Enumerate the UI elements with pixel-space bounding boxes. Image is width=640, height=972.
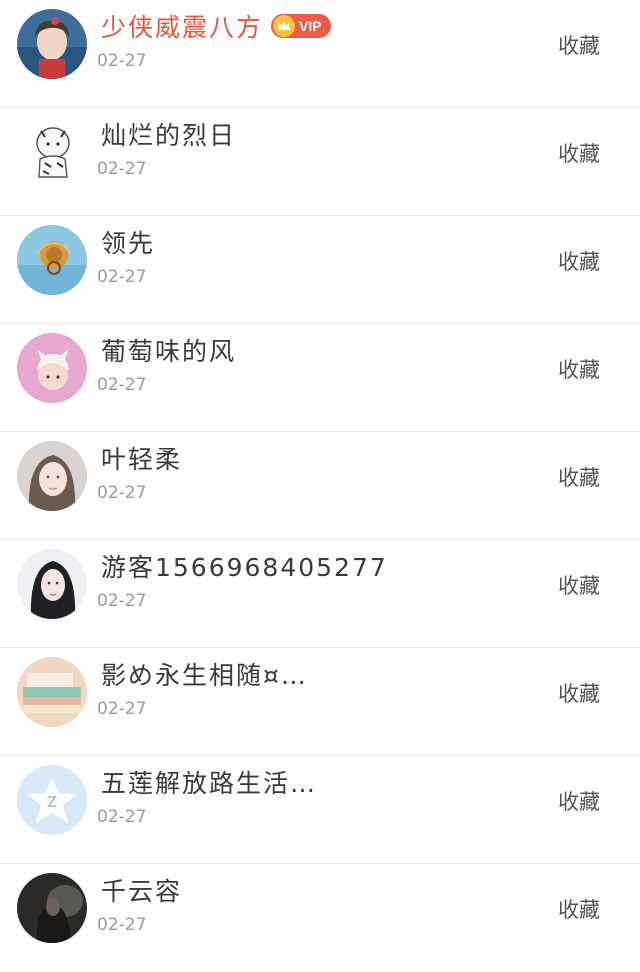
favorite-button[interactable]: 收藏 bbox=[558, 246, 600, 276]
user-name[interactable]: 叶轻柔 bbox=[101, 440, 182, 476]
list-item[interactable]: 游客15669684052​77 02-27 收藏 bbox=[0, 540, 640, 648]
favorite-button[interactable]: 收藏 bbox=[558, 678, 600, 708]
favorite-button[interactable]: 收藏 bbox=[558, 462, 600, 492]
user-name[interactable]: 五莲解放路生活… bbox=[101, 764, 317, 800]
favorite-button[interactable]: 收藏 bbox=[558, 894, 600, 924]
user-name[interactable]: 游客15669684052​77 bbox=[101, 548, 388, 584]
favorite-button[interactable]: 收藏 bbox=[558, 354, 600, 384]
user-name[interactable]: 影め永生相随¤… bbox=[101, 656, 308, 692]
user-name[interactable]: 灿烂的烈日 bbox=[101, 116, 236, 152]
crown-icon bbox=[273, 15, 296, 37]
list-item[interactable]: 叶轻柔 02-27 收藏 bbox=[0, 432, 640, 540]
favorite-button[interactable]: 收藏 bbox=[558, 786, 600, 816]
favorite-button[interactable]: 收藏 bbox=[558, 138, 600, 168]
list-item[interactable]: 领先 02-27 收藏 bbox=[0, 216, 640, 324]
avatar[interactable]: Z bbox=[17, 765, 87, 835]
follower-list: 少侠威震八方 VIP 02-27 收藏 灿烂的烈日 02-27 收藏 领先 02… bbox=[0, 0, 640, 969]
timestamp: 02-27 bbox=[97, 267, 147, 287]
timestamp: 02-27 bbox=[97, 159, 147, 179]
user-name[interactable]: 葡萄味的风 bbox=[101, 332, 236, 368]
timestamp: 02-27 bbox=[97, 807, 147, 827]
avatar[interactable] bbox=[17, 117, 87, 187]
timestamp: 02-27 bbox=[97, 51, 147, 71]
svg-text:Z: Z bbox=[47, 794, 57, 811]
user-name[interactable]: 千云容 bbox=[101, 872, 182, 908]
avatar[interactable] bbox=[17, 9, 87, 79]
avatar[interactable] bbox=[17, 873, 87, 943]
avatar[interactable] bbox=[17, 441, 87, 511]
list-item[interactable]: 影め永生相随¤… 02-27 收藏 bbox=[0, 648, 640, 756]
list-item[interactable]: 葡萄味的风 02-27 收藏 bbox=[0, 324, 640, 432]
user-name[interactable]: 少侠威震八方 bbox=[101, 8, 263, 44]
avatar[interactable] bbox=[17, 657, 87, 727]
vip-badge: VIP bbox=[271, 14, 331, 38]
avatar[interactable] bbox=[17, 549, 87, 619]
timestamp: 02-27 bbox=[97, 591, 147, 611]
timestamp: 02-27 bbox=[97, 375, 147, 395]
favorite-button[interactable]: 收藏 bbox=[558, 30, 600, 60]
favorite-button[interactable]: 收藏 bbox=[558, 570, 600, 600]
list-item[interactable]: Z 五莲解放路生活… 02-27 收藏 bbox=[0, 756, 640, 864]
timestamp: 02-27 bbox=[97, 483, 147, 503]
avatar[interactable] bbox=[17, 225, 87, 295]
timestamp: 02-27 bbox=[97, 699, 147, 719]
list-item[interactable]: 千云容 02-27 收藏 bbox=[0, 864, 640, 972]
avatar[interactable] bbox=[17, 333, 87, 403]
timestamp: 02-27 bbox=[97, 915, 147, 935]
list-item[interactable]: 少侠威震八方 VIP 02-27 收藏 bbox=[0, 0, 640, 108]
list-item[interactable]: 灿烂的烈日 02-27 收藏 bbox=[0, 108, 640, 216]
user-name[interactable]: 领先 bbox=[101, 224, 155, 260]
vip-label: VIP bbox=[299, 18, 322, 34]
